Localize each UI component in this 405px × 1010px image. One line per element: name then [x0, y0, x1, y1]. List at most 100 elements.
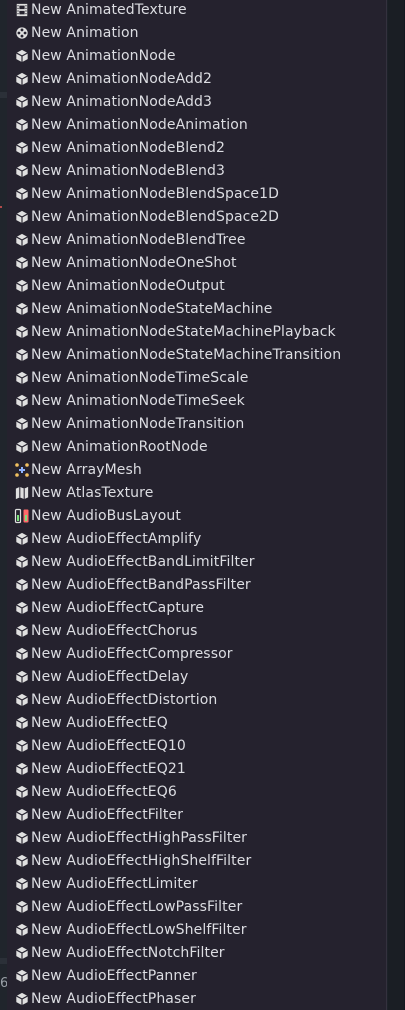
resource-cube-icon [14, 830, 30, 846]
resource-cube-icon [14, 807, 30, 823]
menu-item-label: New AudioEffectFilter [31, 806, 184, 823]
menu-item-label: New AnimationNodeBlend2 [31, 139, 225, 156]
menu-item-label: New ArrayMesh [31, 461, 142, 478]
menu-item[interactable]: New AudioEffectEQ [7, 711, 387, 734]
menu-item-label: New AudioEffectEQ10 [31, 737, 186, 754]
resource-cube-icon [14, 232, 30, 248]
background-editor-left: 6 [0, 0, 8, 1010]
menu-item[interactable]: New AnimationNodeStateMachinePlayback [7, 320, 387, 343]
menu-item-label: New AnimationNodeStateMachine [31, 300, 273, 317]
menu-item-label: New AnimationNodeOutput [31, 277, 225, 294]
menu-item[interactable]: New AnimationNodeStateMachine [7, 297, 387, 320]
menu-item[interactable]: New AudioEffectLimiter [7, 872, 387, 895]
menu-item[interactable]: New AudioEffectHighShelfFilter [7, 849, 387, 872]
resource-cube-icon [14, 531, 30, 547]
menu-item-label: New AnimationNodeStateMachinePlayback [31, 323, 336, 340]
resource-cube-icon [14, 439, 30, 455]
new-resource-popup-menu: New AnimatedTexture New Animation New Anim… [7, 0, 387, 1010]
menu-item-label: New AudioEffectEQ21 [31, 760, 186, 777]
menu-item-label: New AnimationNodeTransition [31, 415, 245, 432]
menu-item-label: New AnimationNodeBlend3 [31, 162, 225, 179]
resource-cube-icon [14, 416, 30, 432]
menu-item[interactable]: New AnimationNodeAdd2 [7, 67, 387, 90]
menu-item[interactable]: New AudioEffectPanner [7, 964, 387, 987]
menu-item[interactable]: New AudioEffectDistortion [7, 688, 387, 711]
menu-item[interactable]: New AnimationRootNode [7, 435, 387, 458]
menu-item-label: New AudioEffectEQ6 [31, 783, 177, 800]
menu-item-label: New AnimationNodeBlendSpace2D [31, 208, 280, 225]
menu-item[interactable]: New AtlasTexture [7, 481, 387, 504]
menu-item-label: New Animation [31, 24, 139, 41]
menu-item[interactable]: New Animation [7, 21, 387, 44]
menu-item-label: New AnimationNodeAnimation [31, 116, 248, 133]
menu-item[interactable]: New AnimationNodeBlend2 [7, 136, 387, 159]
menu-item[interactable]: New AudioEffectPhaser [7, 987, 387, 1010]
menu-item[interactable]: New AudioEffectChorus [7, 619, 387, 642]
menu-item[interactable]: New AudioBusLayout [7, 504, 387, 527]
background-editor-right [388, 0, 405, 1010]
menu-item[interactable]: New AnimatedTexture [7, 0, 387, 21]
menu-item[interactable]: New AudioEffectFilter [7, 803, 387, 826]
menu-item[interactable]: New AnimationNodeAdd3 [7, 90, 387, 113]
menu-item-label: New AnimationNodeAdd2 [31, 70, 213, 87]
menu-item-label: New AudioEffectLimiter [31, 875, 198, 892]
menu-item[interactable]: New AudioEffectAmplify [7, 527, 387, 550]
resource-cube-icon [14, 945, 30, 961]
menu-item-label: New AudioEffectAmplify [31, 530, 202, 547]
resource-cube-icon [14, 347, 30, 363]
menu-item[interactable]: New AudioEffectDelay [7, 665, 387, 688]
menu-item[interactable]: New AnimationNode [7, 44, 387, 67]
resource-cube-icon [14, 163, 30, 179]
resource-cube-icon [14, 715, 30, 731]
menu-item-label: New AudioEffectPanner [31, 967, 197, 984]
menu-item[interactable]: New ArrayMesh [7, 458, 387, 481]
menu-item-label: New AnimationNodeTimeScale [31, 369, 249, 386]
resource-cube-icon [14, 692, 30, 708]
background-panel-edge [0, 92, 7, 98]
menu-item[interactable]: New AnimationNodeBlendSpace2D [7, 205, 387, 228]
menu-item-label: New AudioEffectHighPassFilter [31, 829, 248, 846]
menu-item[interactable]: New AudioEffectCapture [7, 596, 387, 619]
menu-item[interactable]: New AudioEffectEQ10 [7, 734, 387, 757]
menu-item-label: New AudioEffectCapture [31, 599, 205, 616]
menu-item[interactable]: New AudioEffectEQ21 [7, 757, 387, 780]
resource-cube-icon [14, 899, 30, 915]
menu-item[interactable]: New AnimationNodeBlendSpace1D [7, 182, 387, 205]
menu-item-label: New AnimatedTexture [31, 1, 187, 18]
menu-item-label: New AnimationNodeBlendTree [31, 231, 246, 248]
menu-item-label: New AnimationRootNode [31, 438, 208, 455]
resource-cube-icon [14, 991, 30, 1007]
menu-item[interactable]: New AudioEffectLowPassFilter [7, 895, 387, 918]
menu-item[interactable]: New AudioEffectEQ6 [7, 780, 387, 803]
menu-item[interactable]: New AnimationNodeTimeSeek [7, 389, 387, 412]
menu-item[interactable]: New AnimationNodeTimeScale [7, 366, 387, 389]
menu-item[interactable]: New AnimationNodeBlend3 [7, 159, 387, 182]
menu-item[interactable]: New AnimationNodeAnimation [7, 113, 387, 136]
menu-item-label: New AudioEffectLowShelfFilter [31, 921, 247, 938]
resource-cube-icon [14, 600, 30, 616]
menu-item[interactable]: New AnimationNodeBlendTree [7, 228, 387, 251]
menu-item[interactable]: New AnimationNodeOneShot [7, 251, 387, 274]
menu-item-label: New AnimationNodeAdd3 [31, 93, 213, 110]
menu-item-label: New AudioEffectBandLimitFilter [31, 553, 255, 570]
menu-item[interactable]: New AudioEffectBandLimitFilter [7, 550, 387, 573]
menu-item-label: New AnimationNodeOneShot [31, 254, 237, 271]
menu-item[interactable]: New AudioEffectCompressor [7, 642, 387, 665]
menu-item[interactable]: New AudioEffectLowShelfFilter [7, 918, 387, 941]
resource-cube-icon [14, 140, 30, 156]
resource-cube-icon [14, 968, 30, 984]
menu-item[interactable]: New AnimationNodeTransition [7, 412, 387, 435]
resource-cube-icon [14, 876, 30, 892]
resource-cube-icon [14, 186, 30, 202]
menu-item[interactable]: New AnimationNodeStateMachineTransition [7, 343, 387, 366]
menu-item[interactable]: New AnimationNodeOutput [7, 274, 387, 297]
menu-item[interactable]: New AudioEffectNotchFilter [7, 941, 387, 964]
menu-item-label: New AudioEffectHighShelfFilter [31, 852, 252, 869]
menu-item[interactable]: New AudioEffectHighPassFilter [7, 826, 387, 849]
menu-item-label: New AudioEffectCompressor [31, 645, 233, 662]
resource-cube-icon [14, 784, 30, 800]
background-panel-edge [0, 958, 7, 964]
menu-item[interactable]: New AudioEffectBandPassFilter [7, 573, 387, 596]
menu-item-label: New AudioEffectNotchFilter [31, 944, 225, 961]
resource-cube-icon [14, 117, 30, 133]
